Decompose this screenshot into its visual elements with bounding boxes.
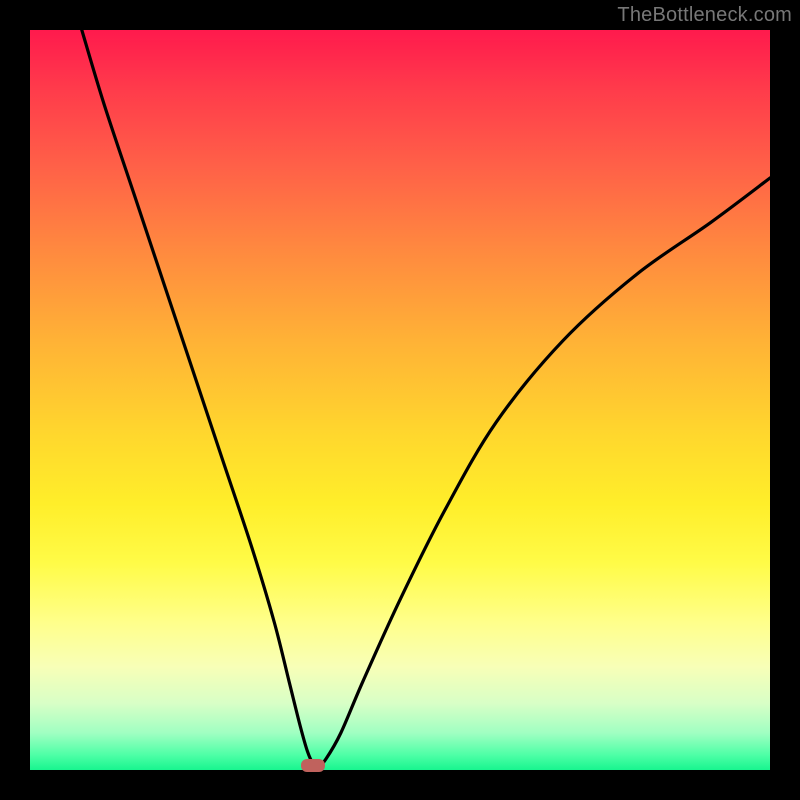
watermark-text: TheBottleneck.com bbox=[617, 4, 792, 27]
chart-container: TheBottleneck.com bbox=[0, 0, 800, 800]
optimum-marker bbox=[301, 759, 325, 772]
plot-area bbox=[30, 30, 770, 770]
curve-svg bbox=[30, 30, 770, 770]
bottleneck-curve bbox=[82, 30, 770, 767]
